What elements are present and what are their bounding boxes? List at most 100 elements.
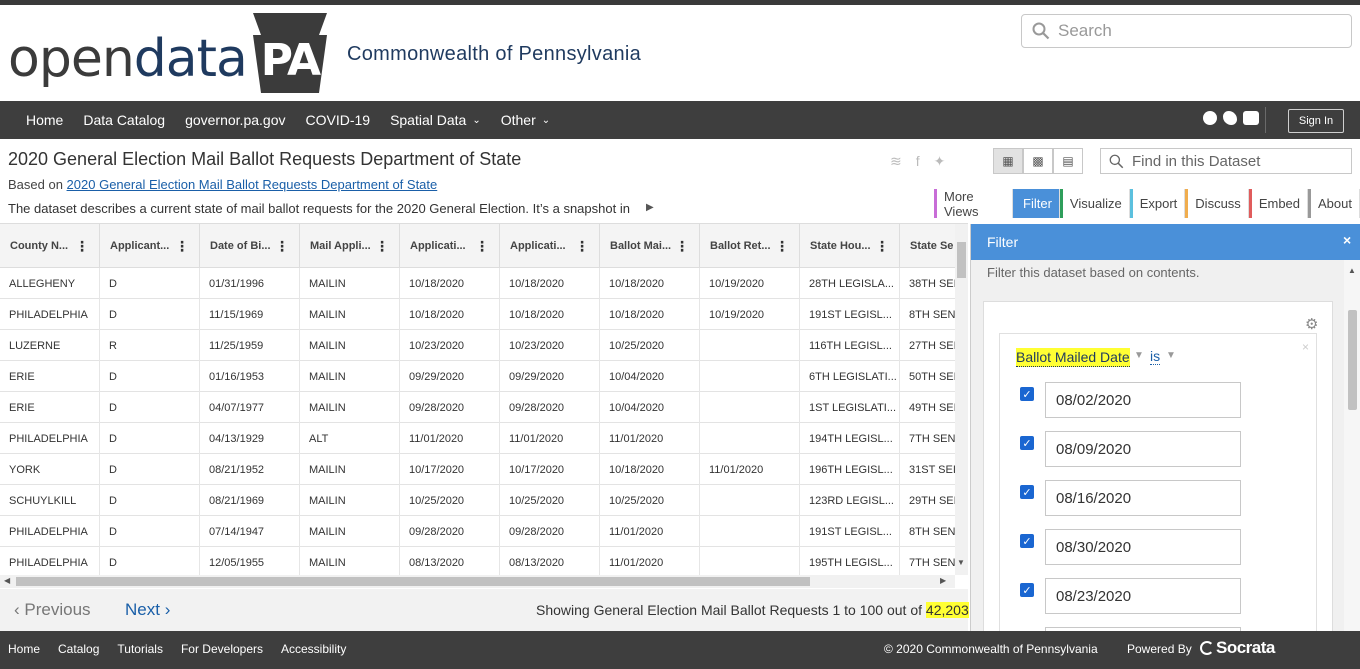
based-on-link[interactable]: 2020 General Election Mail Ballot Reques… [67,177,438,192]
table-cell[interactable]: 08/21/1969 [200,485,300,516]
table-cell[interactable]: YORK [0,454,100,485]
nav-home[interactable]: Home [26,112,63,128]
tab-visualize[interactable]: Visualize [1059,189,1130,218]
table-cell[interactable]: SCHUYLKILL [0,485,100,516]
facebook-icon[interactable] [1203,111,1217,125]
socrata-logo[interactable]: Socrata [1200,638,1275,658]
table-cell[interactable]: 10/18/2020 [600,299,700,330]
column-menu-icon[interactable]: ⋮ [475,238,489,255]
caret-down-icon[interactable]: ▼ [1134,350,1144,361]
table-cell[interactable]: ERIE [0,392,100,423]
table-cell[interactable] [700,485,800,516]
table-cell[interactable]: 10/18/2020 [400,299,500,330]
table-cell[interactable]: 1ST LEGISLATI... [800,392,900,423]
table-cell[interactable]: 10/23/2020 [400,330,500,361]
column-header[interactable]: Ballot Mai... ⋮ [600,224,700,268]
column-menu-icon[interactable]: ⋮ [275,238,289,255]
table-cell[interactable]: ERIE [0,361,100,392]
table-cell[interactable]: 10/18/2020 [600,454,700,485]
table-cell[interactable] [700,423,800,454]
table-cell[interactable]: PHILADELPHIA [0,299,100,330]
table-cell[interactable]: MAILIN [300,485,400,516]
column-header[interactable]: Applicant... ⋮ [100,224,200,268]
table-cell[interactable]: D [100,361,200,392]
table-cell[interactable]: 7TH SEN [900,423,955,454]
filter-pane-scrollbar[interactable]: ▲ [1344,260,1360,631]
table-cell[interactable]: 49TH SEI [900,392,955,423]
footer-link-developers[interactable]: For Developers [181,642,263,656]
column-menu-icon[interactable]: ⋮ [75,238,89,255]
table-cell[interactable]: D [100,423,200,454]
table-cell[interactable]: 10/04/2020 [600,392,700,423]
column-menu-icon[interactable]: ⋮ [375,238,389,255]
column-menu-icon[interactable]: ⋮ [875,238,889,255]
tab-about[interactable]: About [1308,189,1360,218]
table-cell[interactable]: 10/19/2020 [700,268,800,299]
grid-horizontal-scrollbar[interactable]: ◀ ▶ [0,575,955,588]
table-cell[interactable]: MAILIN [300,516,400,547]
table-cell[interactable]: 11/01/2020 [600,423,700,454]
table-cell[interactable]: MAILIN [300,392,400,423]
table-cell[interactable]: 191ST LEGISL... [800,299,900,330]
filter-value-checkbox[interactable]: ✓ [1020,583,1034,597]
site-search-input[interactable]: Search [1021,14,1352,48]
table-cell[interactable]: 11/15/1969 [200,299,300,330]
table-cell[interactable]: 123RD LEGISL... [800,485,900,516]
table-cell[interactable]: MAILIN [300,547,400,575]
table-cell[interactable]: 09/28/2020 [400,392,500,423]
footer-link-home[interactable]: Home [8,642,40,656]
table-cell[interactable]: 08/13/2020 [400,547,500,575]
table-cell[interactable]: ALT [300,423,400,454]
table-cell[interactable]: 10/18/2020 [600,268,700,299]
grid-view-icon[interactable]: ▦ [993,148,1023,174]
table-cell[interactable]: LUZERNE [0,330,100,361]
table-row[interactable]: ALLEGHENY D 01/31/1996 MAILIN 10/18/2020 10/1… [0,268,955,299]
table-cell[interactable]: D [100,485,200,516]
table-cell[interactable]: 07/14/1947 [200,516,300,547]
table-cell[interactable]: ALLEGHENY [0,268,100,299]
table-cell[interactable]: 10/18/2020 [400,268,500,299]
filter-value-input[interactable]: 08/30/2020 [1045,529,1241,565]
table-cell[interactable]: 10/25/2020 [600,485,700,516]
table-cell[interactable]: R [100,330,200,361]
filter-value-checkbox[interactable]: ✓ [1020,485,1034,499]
table-cell[interactable]: 191ST LEGISL... [800,516,900,547]
table-cell[interactable]: MAILIN [300,299,400,330]
table-cell[interactable]: 38TH SEI [900,268,955,299]
twitter-icon[interactable] [1223,111,1237,125]
table-cell[interactable]: 12/05/1955 [200,547,300,575]
table-cell[interactable]: 31ST SEI [900,454,955,485]
find-in-dataset-input[interactable]: Find in this Dataset [1100,148,1352,174]
table-row[interactable]: PHILADELPHIA D 12/05/1955 MAILIN 08/13/2020 0… [0,547,955,575]
table-cell[interactable]: 116TH LEGISL... [800,330,900,361]
table-row[interactable]: ERIE D 01/16/1953 MAILIN 09/29/2020 09/29/202… [0,361,955,392]
table-cell[interactable]: MAILIN [300,268,400,299]
table-cell[interactable]: 10/25/2020 [500,485,600,516]
table-cell[interactable]: 04/13/1929 [200,423,300,454]
table-cell[interactable]: 08/21/1952 [200,454,300,485]
table-cell[interactable] [700,330,800,361]
table-cell[interactable]: 01/31/1996 [200,268,300,299]
column-menu-icon[interactable]: ⋮ [575,238,589,255]
rss-icon[interactable]: ≋ [890,153,902,170]
filter-value-checkbox[interactable]: ✓ [1020,387,1034,401]
column-menu-icon[interactable]: ⋮ [675,238,689,255]
next-button[interactable]: Next › [125,600,170,620]
table-cell[interactable]: 194TH LEGISL... [800,423,900,454]
filter-value-checkbox[interactable]: ✓ [1020,436,1034,450]
table-cell[interactable]: 04/07/1977 [200,392,300,423]
table-cell[interactable]: 10/25/2020 [400,485,500,516]
tab-filter[interactable]: Filter [1013,189,1060,218]
scrollbar-thumb[interactable] [957,242,966,278]
table-row[interactable]: PHILADELPHIA D 07/14/1947 MAILIN 09/28/2020 0… [0,516,955,547]
nav-governor[interactable]: governor.pa.gov [185,112,285,128]
table-cell[interactable]: 27TH SEI [900,330,955,361]
tab-more-views[interactable]: More Views [934,189,1014,219]
table-cell[interactable]: 10/25/2020 [600,330,700,361]
column-header[interactable]: Mail Appli... ⋮ [300,224,400,268]
facebook-share-icon[interactable]: f [916,153,920,170]
table-row[interactable]: LUZERNE R 11/25/1959 MAILIN 10/23/2020 10/23/… [0,330,955,361]
column-header[interactable]: Applicati... ⋮ [400,224,500,268]
table-cell[interactable]: 6TH LEGISLATI... [800,361,900,392]
column-header[interactable]: Applicati... ⋮ [500,224,600,268]
